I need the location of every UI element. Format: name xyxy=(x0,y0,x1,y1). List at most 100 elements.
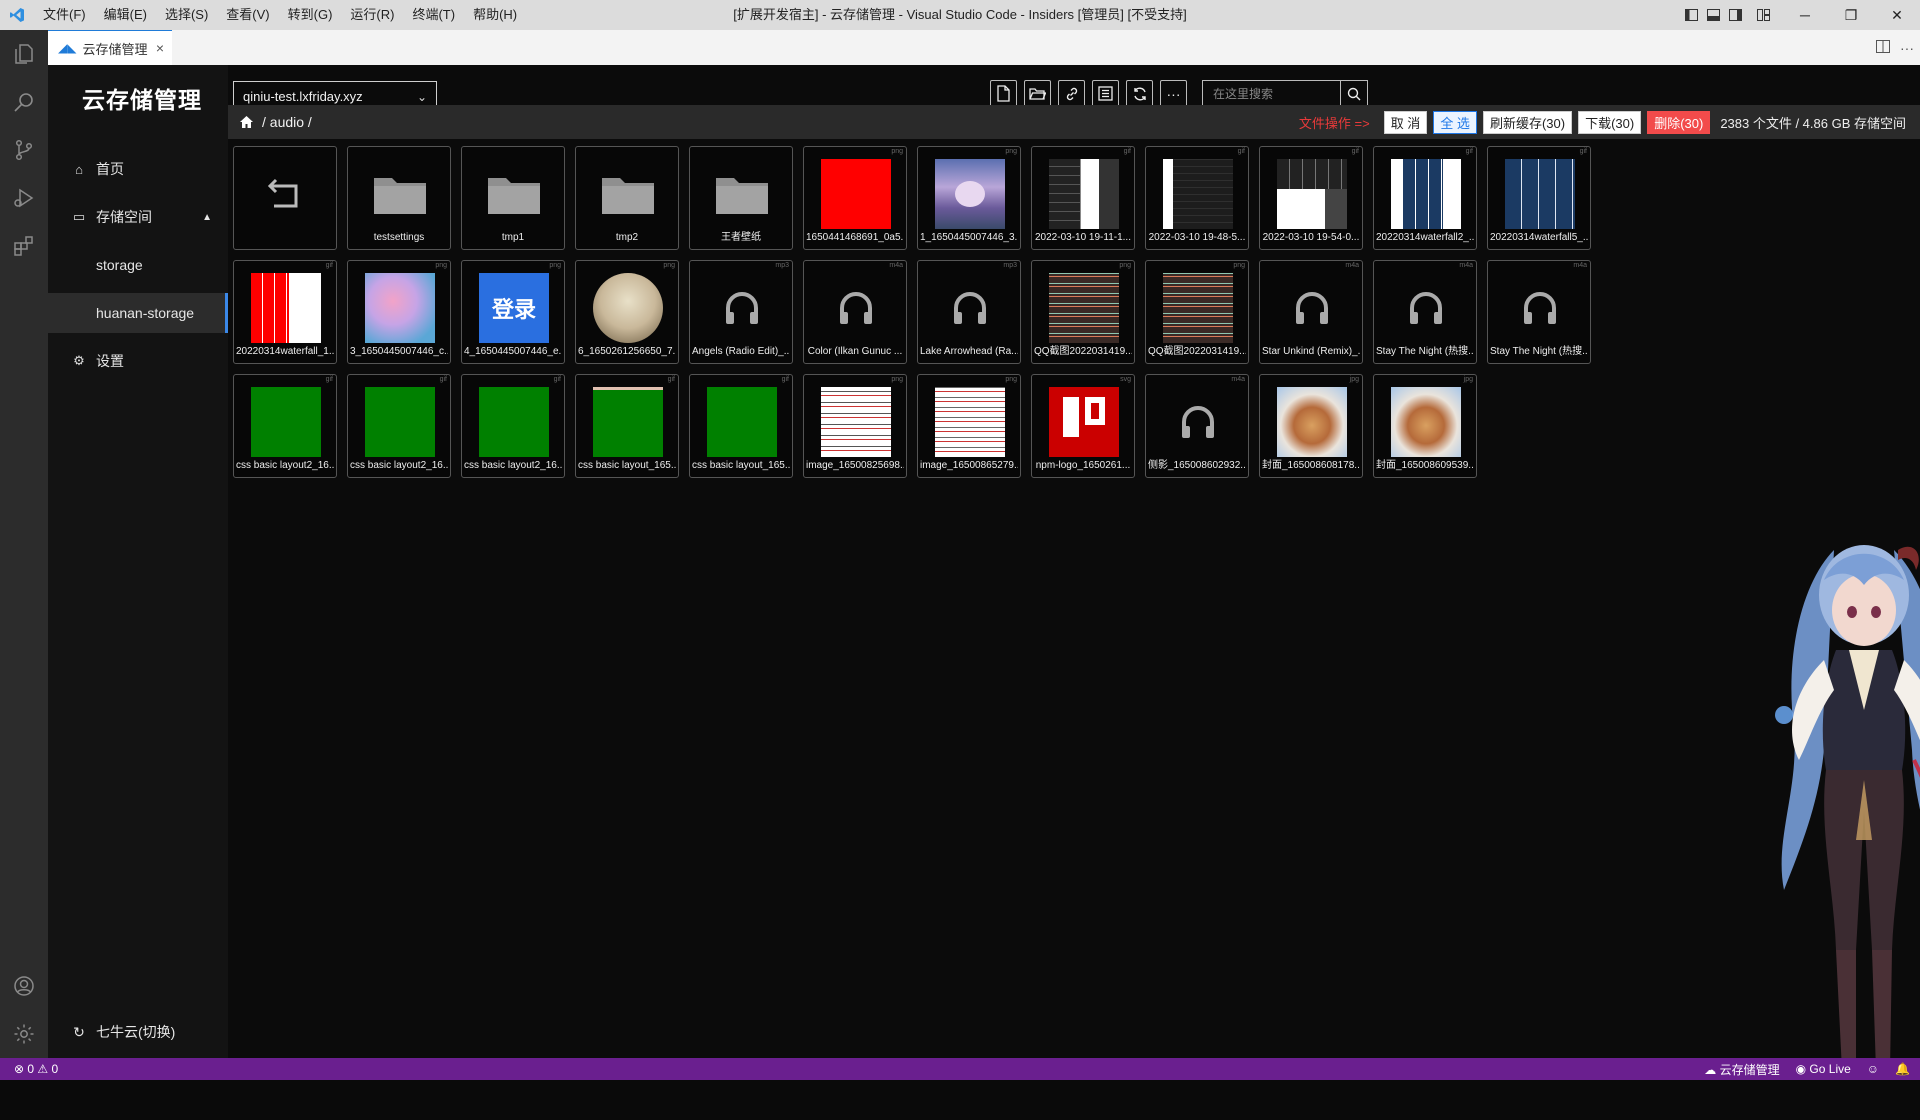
golive-status-item[interactable]: ◉ Go Live xyxy=(1796,1062,1851,1076)
menu-terminal[interactable]: 终端(T) xyxy=(403,0,464,30)
customize-layout-icon[interactable] xyxy=(1752,0,1774,30)
file-name: 3_1650445007446_c... xyxy=(350,346,448,357)
file-card[interactable]: gif css basic layout2_16... xyxy=(233,374,337,478)
cancel-button[interactable]: 取 消 xyxy=(1383,110,1428,134)
menu-selection[interactable]: 选择(S) xyxy=(156,0,217,30)
file-card[interactable]: png 1_1650445007446_3... xyxy=(917,146,1021,250)
search-button[interactable] xyxy=(1340,80,1368,107)
more-button[interactable]: ··· xyxy=(1160,80,1187,107)
refresh-button[interactable] xyxy=(1126,80,1153,107)
nav-bucket-huanan-storage[interactable]: huanan-storage xyxy=(48,293,228,333)
menu-help[interactable]: 帮助(H) xyxy=(464,0,526,30)
file-card[interactable]: gif 20220314waterfall5_... xyxy=(1487,146,1591,250)
file-type-badge: gif xyxy=(1237,148,1245,155)
select-all-button[interactable]: 全 选 xyxy=(1433,110,1477,134)
more-actions-icon[interactable]: ··· xyxy=(1900,40,1914,56)
file-card[interactable]: png image_16500825698... xyxy=(803,374,907,478)
home-path-icon[interactable] xyxy=(239,115,254,129)
main-panel: qiniu-test.lxfriday.xyz ⌄ ··· 在这里搜索 / au… xyxy=(228,65,1920,1058)
toggle-panel-icon[interactable] xyxy=(1702,0,1724,30)
source-control-icon[interactable] xyxy=(0,126,48,174)
link-button[interactable] xyxy=(1058,80,1085,107)
file-type-badge: png xyxy=(1005,376,1017,383)
provider-switch[interactable]: ↻ 七牛云(切换) xyxy=(48,1014,228,1050)
file-card[interactable]: png 3_1650445007446_c... xyxy=(347,260,451,364)
webview-tab-icon: ◢◣ xyxy=(58,41,77,55)
file-card[interactable]: svg npm-logo_1650261... xyxy=(1031,374,1135,478)
open-folder-button[interactable] xyxy=(1024,80,1051,107)
file-card[interactable]: m4a 侧影_165008602932... xyxy=(1145,374,1249,478)
minimize-button[interactable]: ─ xyxy=(1782,0,1828,30)
back-card[interactable] xyxy=(233,146,337,250)
search-input[interactable]: 在这里搜索 xyxy=(1202,80,1340,107)
extensions-icon[interactable] xyxy=(0,222,48,270)
file-card[interactable]: jpg 封面_165008608178... xyxy=(1259,374,1363,478)
list-view-button[interactable] xyxy=(1092,80,1119,107)
menu-run[interactable]: 运行(R) xyxy=(341,0,403,30)
nav-bucket-storage[interactable]: storage xyxy=(48,245,228,285)
accounts-icon[interactable] xyxy=(0,962,48,1010)
run-debug-icon[interactable] xyxy=(0,174,48,222)
file-type-badge: png xyxy=(1005,148,1017,155)
file-name: css basic layout_165... xyxy=(692,460,790,471)
file-card[interactable]: png QQ截图2022031419... xyxy=(1031,260,1135,364)
folder-card[interactable]: 王者壁纸 xyxy=(689,146,793,250)
file-card[interactable]: png image_16500865279... xyxy=(917,374,1021,478)
menu-go[interactable]: 转到(G) xyxy=(279,0,342,30)
problems-indicator[interactable]: ⊗ 0 ⚠ 0 xyxy=(14,1062,58,1076)
chevron-down-icon: ⌄ xyxy=(416,89,427,104)
download-button[interactable]: 下载(30) xyxy=(1578,110,1642,134)
file-card[interactable]: gif 20220314waterfall2_... xyxy=(1373,146,1477,250)
feedback-icon[interactable]: ☺ xyxy=(1867,1062,1879,1076)
file-type-badge: png xyxy=(891,148,903,155)
tab-close-icon[interactable]: × xyxy=(156,40,164,56)
notifications-bell-icon[interactable]: 🔔 xyxy=(1895,1062,1910,1076)
file-card[interactable]: gif css basic layout2_16... xyxy=(347,374,451,478)
search-icon[interactable] xyxy=(0,78,48,126)
file-card[interactable]: m4a Stay The Night (热搜... xyxy=(1487,260,1591,364)
split-editor-icon[interactable] xyxy=(1876,39,1890,56)
file-name: 4_1650445007446_e... xyxy=(464,346,562,357)
file-card[interactable]: gif 2022-03-10 19-54-0... xyxy=(1259,146,1363,250)
file-card[interactable]: m4a Color (Ilkan Gunuc ... xyxy=(803,260,907,364)
file-card[interactable]: png 6_1650261256650_7... xyxy=(575,260,679,364)
menu-file[interactable]: 文件(F) xyxy=(34,0,95,30)
file-card[interactable]: m4a Stay The Night (热搜... xyxy=(1373,260,1477,364)
file-card[interactable]: gif 2022-03-10 19-11-1... xyxy=(1031,146,1135,250)
headphones-icon xyxy=(1163,387,1233,457)
file-card[interactable]: gif css basic layout2_16... xyxy=(461,374,565,478)
menu-view[interactable]: 查看(V) xyxy=(217,0,278,30)
file-card[interactable]: gif 20220314waterfall_1... xyxy=(233,260,337,364)
file-card[interactable]: png 登录 4_1650445007446_e... xyxy=(461,260,565,364)
toggle-secondary-sidebar-icon[interactable] xyxy=(1724,0,1746,30)
nav-settings[interactable]: ⚙ 设置 xyxy=(48,341,228,381)
file-card[interactable]: mp3 Angels (Radio Edit)_... xyxy=(689,260,793,364)
file-card[interactable]: gif 2022-03-10 19-48-5... xyxy=(1145,146,1249,250)
file-card[interactable]: png 1650441468691_0a5... xyxy=(803,146,907,250)
manage-gear-icon[interactable] xyxy=(0,1010,48,1058)
new-file-button[interactable] xyxy=(990,80,1017,107)
file-card[interactable]: png QQ截图2022031419... xyxy=(1145,260,1249,364)
restore-button[interactable]: ❐ xyxy=(1828,0,1874,30)
nav-storage-space[interactable]: ▭ 存储空间 ▲ xyxy=(48,197,228,237)
file-card[interactable]: m4a Star Unkind (Remix)_... xyxy=(1259,260,1363,364)
delete-button[interactable]: 删除(30) xyxy=(1647,110,1711,134)
file-card[interactable]: gif css basic layout_165... xyxy=(689,374,793,478)
tab-cloud-storage[interactable]: ◢◣ 云存储管理 × xyxy=(48,30,172,65)
refresh-cache-button[interactable]: 刷新缓存(30) xyxy=(1482,110,1573,134)
toggle-sidebar-icon[interactable] xyxy=(1680,0,1702,30)
file-card[interactable]: gif css basic layout_165... xyxy=(575,374,679,478)
close-window-button[interactable]: ✕ xyxy=(1874,0,1920,30)
file-card[interactable]: jpg 封面_165008609539... xyxy=(1373,374,1477,478)
file-card[interactable]: mp3 Lake Arrowhead (Ra... xyxy=(917,260,1021,364)
file-type-badge: m4a xyxy=(1345,262,1359,269)
ext-status-item[interactable]: ☁ 云存储管理 xyxy=(1704,1061,1779,1078)
breadcrumb[interactable]: / audio / xyxy=(262,114,312,130)
menu-edit[interactable]: 编辑(E) xyxy=(95,0,156,30)
folder-card[interactable]: tmp1 xyxy=(461,146,565,250)
nav-home[interactable]: ⌂ 首页 xyxy=(48,149,228,189)
folder-card[interactable]: testsettings xyxy=(347,146,451,250)
folder-card[interactable]: tmp2 xyxy=(575,146,679,250)
explorer-icon[interactable] xyxy=(0,30,48,78)
menu-bar: 文件(F) 编辑(E) 选择(S) 查看(V) 转到(G) 运行(R) 终端(T… xyxy=(34,0,526,30)
